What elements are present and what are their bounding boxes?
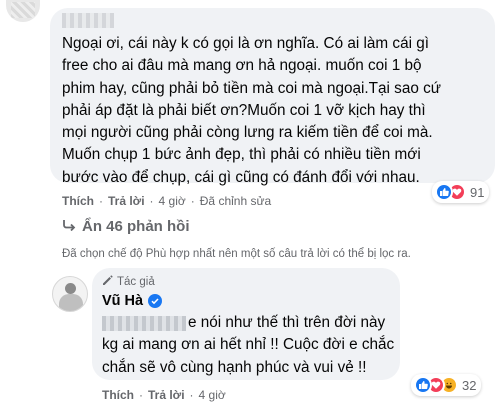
reply-link[interactable]: Trả lời [108,194,145,208]
author-badge: Tác giả [102,275,155,289]
comment-actions: Thích · Trả lời · 4 giờ · Đã chỉnh sửa [62,194,271,208]
reaction-count: 91 [470,184,485,200]
comment-text: Ngoại ơi, cái này k có gọi là ơn nghĩa. … [62,35,441,186]
commenter-avatar[interactable] [6,0,40,22]
reply-link[interactable]: Trả lời [148,388,185,402]
like-icon [435,183,453,201]
separator: · [99,194,103,208]
like-link[interactable]: Thích [102,388,134,402]
blurred-commenter-name[interactable] [62,13,114,28]
reply-text-content: e nói như thế thì trên đời này kg ai man… [102,314,395,376]
separator: · [149,194,154,208]
hide-replies-button[interactable]: Ẩn 46 phản hồi [62,218,190,235]
reaction-count: 32 [462,377,477,393]
edited-label[interactable]: Đã chỉnh sửa [200,194,271,208]
reply-text: e nói như thế thì trên đời này kg ai man… [102,312,398,379]
like-icon [414,376,432,394]
avatar-body [59,294,83,311]
author-name-text[interactable]: Vũ Hà [102,293,143,309]
reaction-summary[interactable]: 32 [411,374,482,396]
timestamp[interactable]: 4 giờ [159,194,186,208]
separator: · [189,388,194,402]
author-name[interactable]: Vũ Hà [102,293,163,309]
separator: · [139,388,143,402]
hide-replies-label: Ẩn 46 phản hồi [82,218,190,235]
filter-notice: Đã chọn chế độ Phù hợp nhất nên một số c… [62,248,411,260]
reply-arrow-icon [62,218,76,235]
separator: · [190,194,195,208]
author-tag-label: Tác giả [117,276,155,288]
like-link[interactable]: Thích [62,194,94,208]
verified-badge-icon [148,294,163,308]
timestamp[interactable]: 4 giờ [199,388,226,402]
author-avatar[interactable] [52,276,88,312]
pen-icon [102,275,113,289]
reply-actions: Thích · Trả lời · 4 giờ [102,388,226,402]
reaction-summary[interactable]: 91 [432,181,490,203]
avatar-head [65,283,76,294]
